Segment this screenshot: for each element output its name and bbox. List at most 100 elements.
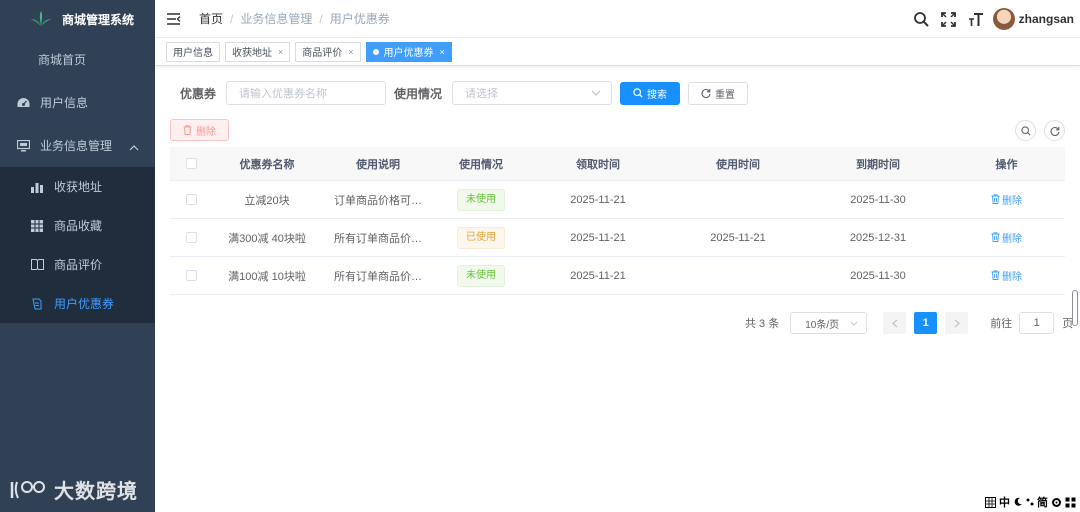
more-icon[interactable] — [1065, 497, 1076, 508]
status-cell: 未使用 — [434, 264, 528, 287]
status-badge: 已使用 — [457, 226, 505, 249]
tag-user-info[interactable]: 用户信息 — [166, 41, 220, 62]
table-row[interactable]: 满300减 40块啦 所有订单商品价… 已使用 2025-11-21 2025-… — [170, 219, 1065, 257]
row-delete-button[interactable]: 删除 — [991, 268, 1022, 283]
username[interactable]: zhangsan — [1019, 12, 1074, 26]
breadcrumb-home[interactable]: 首页 — [199, 10, 223, 27]
reset-button[interactable]: 重置 — [688, 81, 749, 105]
vertical-scrollbar[interactable] — [1072, 290, 1078, 326]
table-row[interactable]: 立减20块 订单商品价格可… 未使用 2025-11-21 2025-11-30… — [170, 181, 1065, 219]
search-button[interactable]: 搜索 — [620, 81, 681, 105]
keyboard-grid-icon[interactable] — [985, 496, 996, 508]
fullscreen-icon[interactable] — [940, 10, 958, 28]
status-cell: 已使用 — [434, 226, 528, 249]
refresh-table-button[interactable] — [1044, 120, 1065, 141]
select-all-cell — [170, 158, 212, 169]
close-icon[interactable]: × — [440, 47, 445, 57]
header-status: 使用情况 — [459, 158, 503, 171]
moon-icon[interactable] — [1013, 497, 1023, 507]
ime-chinese-mode[interactable]: 中 — [999, 494, 1010, 510]
tag-coupons[interactable]: 用户优惠券 × — [365, 41, 452, 62]
chevron-up-icon — [129, 140, 139, 154]
next-page-button[interactable] — [945, 312, 969, 334]
sidebar-item-coupons[interactable]: 用户优惠券 — [0, 284, 155, 323]
close-icon[interactable]: × — [278, 47, 283, 57]
row-delete-label: 删除 — [1002, 271, 1022, 283]
search-icon — [1020, 125, 1031, 136]
page-size-select[interactable]: 10条/页 — [790, 312, 868, 334]
coupon-name: 立减20块 — [244, 194, 290, 207]
row-checkbox[interactable] — [185, 232, 197, 243]
sidebar-item-favorites[interactable]: 商品收藏 — [0, 206, 155, 245]
trash-icon — [183, 125, 192, 135]
trash-icon — [991, 194, 1000, 205]
chevron-down-icon — [591, 90, 601, 96]
delete-button-label: 删除 — [196, 126, 216, 138]
settings-icon[interactable] — [1051, 497, 1062, 508]
punctuation-icon[interactable] — [1026, 497, 1034, 507]
toggle-search-button[interactable] — [1015, 120, 1036, 141]
usage-select-placeholder: 请选择 — [465, 88, 499, 100]
received-time: 2025-11-21 — [570, 193, 626, 206]
goto-label: 前往 — [990, 318, 1013, 330]
search-icon[interactable] — [913, 10, 931, 28]
avatar[interactable] — [992, 8, 1015, 30]
breadcrumb: 首页 / 业务信息管理 / 用户优惠券 — [199, 10, 390, 27]
tag-label: 商品评价 — [302, 48, 343, 59]
book-icon — [30, 258, 44, 272]
hamburger-icon[interactable] — [167, 12, 181, 26]
expire-time: 2025-11-30 — [850, 193, 906, 206]
delete-button[interactable]: 删除 — [170, 119, 229, 141]
sidebar: 商城管理系统 商城首页 用户信息 业务信息管理 收获地址 商品收藏 商品评价 用… — [0, 0, 155, 512]
trash-icon — [991, 270, 1000, 281]
watermark: 大数跨境 — [8, 475, 138, 504]
row-delete-button[interactable]: 删除 — [991, 230, 1022, 245]
coupon-name-input[interactable]: 请输入优惠券名称 — [226, 81, 387, 105]
ime-simplified-mode[interactable]: 简 — [1037, 494, 1048, 510]
page-number-current[interactable]: 1 — [914, 312, 938, 334]
coupon-icon — [30, 297, 44, 311]
table-toolbar: 删除 — [170, 119, 1065, 141]
used-time: 2025-11-21 — [710, 231, 766, 244]
prev-page-button[interactable] — [883, 312, 907, 334]
close-icon[interactable]: × — [348, 47, 353, 57]
sidebar-item-label: 收获地址 — [54, 180, 103, 194]
bar-chart-icon — [30, 180, 44, 194]
sidebar-item-label: 商品收藏 — [54, 219, 103, 233]
breadcrumb-business: 业务信息管理 — [240, 12, 313, 26]
main-content: 优惠券 请输入优惠券名称 使用情况 请选择 搜索 重置 删除 优惠券名称 使用说… — [155, 66, 1080, 512]
goto-page-input[interactable]: 1 — [1019, 312, 1055, 334]
sidebar-item-address[interactable]: 收获地址 — [0, 167, 155, 206]
tags-view: 用户信息 收获地址 × 商品评价 × 用户优惠券 × — [155, 38, 1080, 66]
tag-reviews[interactable]: 商品评价 × — [295, 41, 361, 62]
sidebar-item-label: 用户优惠券 — [54, 297, 115, 311]
sidebar-item-reviews[interactable]: 商品评价 — [0, 245, 155, 284]
row-delete-button[interactable]: 删除 — [991, 192, 1022, 207]
submenu: 收获地址 商品收藏 商品评价 用户优惠券 — [0, 167, 155, 323]
active-dot-icon — [372, 48, 379, 55]
row-select-cell — [170, 232, 212, 243]
ime-toolbar: 中 简 — [985, 494, 1076, 510]
coupon-desc: 所有订单商品价… — [334, 270, 422, 283]
row-checkbox[interactable] — [185, 270, 197, 281]
dashboard-icon — [16, 96, 30, 110]
font-size-icon[interactable] — [967, 10, 985, 28]
usage-select[interactable]: 请选择 — [452, 81, 613, 105]
tag-address[interactable]: 收获地址 × — [225, 41, 291, 62]
breadcrumb-current: 用户优惠券 — [329, 12, 390, 26]
row-select-cell — [170, 270, 212, 281]
row-checkbox[interactable] — [185, 194, 197, 205]
logo-leaf-icon — [30, 11, 52, 26]
sidebar-item-business[interactable]: 业务信息管理 — [0, 124, 155, 167]
sidebar-item-user-info[interactable]: 用户信息 — [0, 81, 155, 124]
sidebar-item-home[interactable]: 商城首页 — [0, 38, 155, 81]
status-cell: 未使用 — [434, 188, 528, 211]
watermark-text: 大数跨境 — [54, 481, 138, 503]
coupon-name: 满300减 40块啦 — [228, 232, 306, 245]
trash-icon — [991, 232, 1000, 243]
select-all-checkbox[interactable] — [185, 158, 197, 169]
breadcrumb-separator: / — [319, 11, 323, 26]
header-actions: 操作 — [995, 158, 1018, 171]
table-row[interactable]: 满100减 10块啦 所有订单商品价… 未使用 2025-11-21 2025-… — [170, 257, 1065, 295]
received-time: 2025-11-21 — [570, 231, 626, 244]
